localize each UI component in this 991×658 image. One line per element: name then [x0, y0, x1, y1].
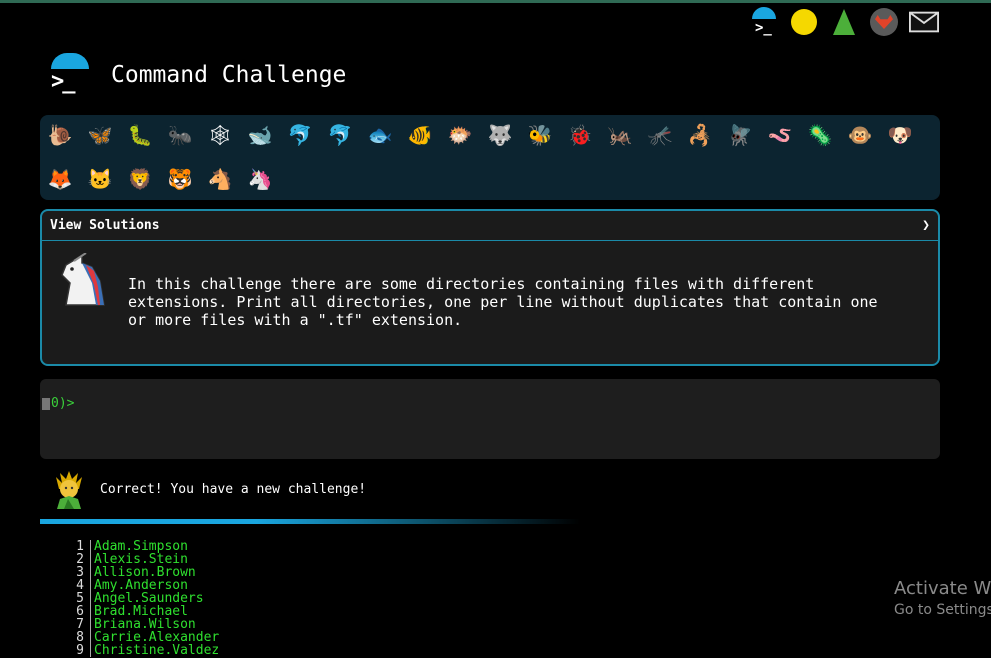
terminal-icon[interactable]: >_ [749, 7, 779, 37]
level-dolphin-icon[interactable]: 🐬 [284, 119, 316, 151]
elf-icon [52, 469, 86, 509]
level-ant-icon[interactable]: 🐜 [164, 119, 196, 151]
level-microbe-icon[interactable]: 🦠 [804, 119, 836, 151]
level-fly-icon[interactable]: 🪰 [724, 119, 756, 151]
mail-icon[interactable] [909, 7, 939, 37]
level-wolf-icon[interactable]: 🐺 [484, 119, 516, 151]
level-monkey-icon[interactable]: 🐵 [844, 119, 876, 151]
level-butterfly-icon[interactable]: 🦋 [84, 119, 116, 151]
level-whale-icon[interactable]: 🐋 [244, 119, 276, 151]
shushing-face-icon[interactable] [789, 7, 819, 37]
page-title: Command Challenge [111, 62, 347, 88]
chevron-right-icon[interactable]: ❯ [922, 218, 930, 233]
watermark-link: Go to Settings [894, 602, 991, 618]
level-dog-icon[interactable]: 🐶 [884, 119, 916, 151]
terminal-prompt: 0)> [51, 396, 75, 411]
terminal-prompt-line[interactable]: 0)> [42, 396, 74, 411]
terminal-logo-icon: >_ [47, 53, 91, 97]
level-blowfish-icon[interactable]: 🐡 [444, 119, 476, 151]
progress-bar [40, 519, 580, 524]
challenge-card: View Solutions ❯ In this challenge there… [40, 209, 940, 366]
output-text: Christine.Valdez [94, 643, 220, 658]
level-tropical-fish-icon[interactable]: 🐠 [404, 119, 436, 151]
brand[interactable]: >_ Command Challenge [47, 53, 346, 97]
level-fox-icon[interactable]: 🦊 [44, 163, 76, 195]
activation-watermark: Activate W Go to Settings [894, 578, 991, 618]
output-line: 9 Christine.Valdez [70, 644, 219, 657]
tree-icon[interactable] [829, 7, 859, 37]
level-fish-icon[interactable]: 🐟 [364, 119, 396, 151]
output-list: 1 Adam.Simpson 2 Alexis.Stein 3 Allison.Brown… [70, 540, 219, 657]
view-solutions-header[interactable]: View Solutions ❯ [42, 211, 938, 241]
terminal-input[interactable]: 0)> [40, 379, 940, 459]
level-lion-icon[interactable]: 🦁 [124, 163, 156, 195]
status-message: Correct! You have a new challenge! [52, 469, 366, 509]
level-snail-icon[interactable]: 🐌 [44, 119, 76, 151]
level-unicorn-icon[interactable]: 🦄 [244, 163, 276, 195]
level-selector: 🐌 🦋 🐛 🐜 🕸 🐋 🐬 🐬 🐟 🐠 🐡 🐺 🐝 🐞 🦗 🦟 🦂 🪰 🪱 🦠 🐵 🐶 🦊 🐱 🦁 🐯 🐴 🦄 [40, 115, 940, 200]
level-dolphin-gray-icon[interactable]: 🐬 [324, 119, 356, 151]
challenge-description: In this challenge there are some directo… [128, 275, 878, 329]
level-caterpillar-icon[interactable]: 🐛 [124, 119, 156, 151]
status-text: Correct! You have a new challenge! [100, 481, 367, 497]
line-number: 9 [70, 644, 91, 657]
terminal-cursor [42, 397, 50, 410]
view-solutions-label: View Solutions [50, 218, 160, 233]
level-mosquito-icon[interactable]: 🦟 [644, 119, 676, 151]
top-rule [0, 0, 991, 3]
level-scorpion-icon[interactable]: 🦂 [684, 119, 716, 151]
top-icon-bar: >_ [749, 7, 939, 37]
unicorn-icon [52, 252, 108, 309]
level-bee-icon[interactable]: 🐝 [524, 119, 556, 151]
level-spider-web-icon[interactable]: 🕸 [204, 119, 236, 151]
level-cat-icon[interactable]: 🐱 [84, 163, 116, 195]
level-cricket-icon[interactable]: 🦗 [604, 119, 636, 151]
gitlab-icon[interactable] [869, 7, 899, 37]
watermark-title: Activate W [894, 578, 991, 599]
level-tiger-icon[interactable]: 🐯 [164, 163, 196, 195]
level-ladybug-icon[interactable]: 🐞 [564, 119, 596, 151]
level-horse-icon[interactable]: 🐴 [204, 163, 236, 195]
level-worm-icon[interactable]: 🪱 [764, 119, 796, 151]
